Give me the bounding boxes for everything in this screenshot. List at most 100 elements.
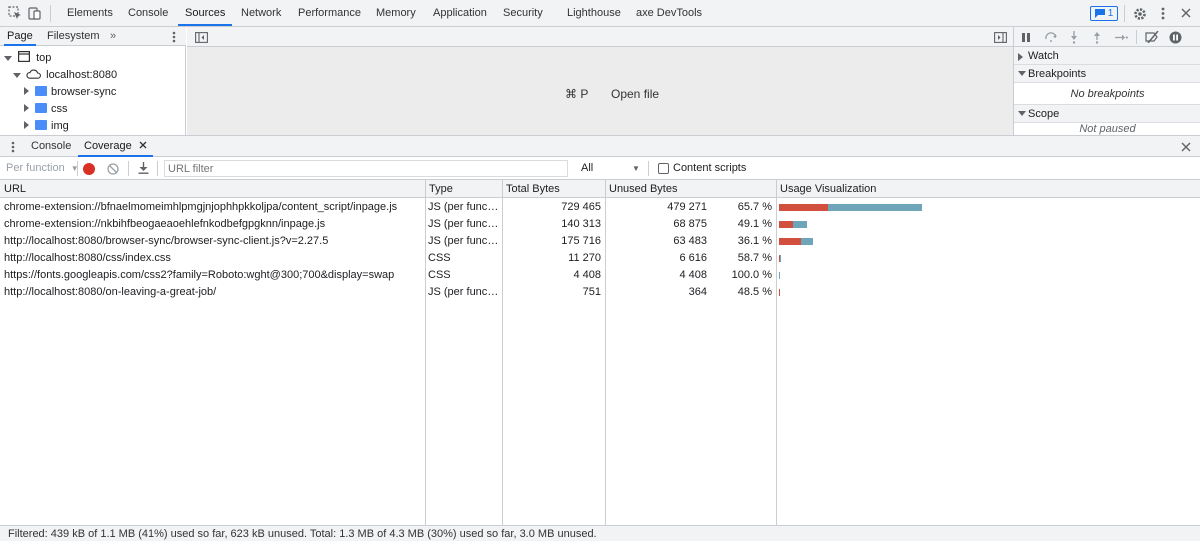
expand-arrow-icon: [1018, 111, 1026, 116]
content-scripts-label: Content scripts: [673, 162, 747, 174]
collapsed-arrow-icon: [24, 121, 29, 129]
cell-unused-percent: 36.1 %: [737, 235, 772, 247]
tab-application[interactable]: Application: [433, 0, 487, 26]
drawer-tab-coverage[interactable]: Coverage: [78, 136, 153, 157]
folder-label: img: [51, 120, 69, 132]
column-header-type[interactable]: Type: [425, 180, 502, 198]
cell-total-bytes: 4 408: [573, 269, 601, 281]
tree-item-host[interactable]: localhost:8080: [13, 67, 117, 84]
cell-unused-bytes: 63 483: [673, 235, 707, 247]
url-filter-input[interactable]: [164, 160, 568, 177]
folder-label: css: [51, 103, 68, 115]
tab-lighthouse[interactable]: Lighthouse: [567, 0, 621, 26]
coverage-type-select[interactable]: Per function ▼: [6, 162, 79, 174]
table-row[interactable]: chrome-extension://bfnaelmomeimhlpmgjnjo…: [0, 199, 1200, 216]
column-header-total-bytes[interactable]: Total Bytes: [502, 180, 605, 198]
not-paused-message: Not paused: [1079, 123, 1136, 135]
tab-filesystem[interactable]: Filesystem: [47, 27, 100, 46]
watch-pane-header[interactable]: Watch: [1014, 47, 1200, 65]
more-options-icon[interactable]: [1157, 6, 1169, 21]
watch-label: Watch: [1028, 50, 1059, 62]
inspect-element-icon[interactable]: [8, 6, 22, 20]
breakpoints-label: Breakpoints: [1028, 68, 1087, 80]
expand-arrow-icon: [1018, 71, 1026, 76]
tree-label-host: localhost:8080: [46, 69, 118, 81]
cell-unused-percent: 65.7 %: [737, 201, 772, 213]
table-row[interactable]: chrome-extension://nkbihfbeogaeaoehlefnk…: [0, 216, 1200, 233]
clear-icon[interactable]: [106, 162, 120, 176]
more-tabs-chevron-icon[interactable]: »: [110, 27, 116, 46]
step-over-icon[interactable]: [1044, 31, 1058, 43]
deactivate-breakpoints-icon[interactable]: [1144, 30, 1160, 44]
cell-unused-percent: 58.7 %: [737, 252, 772, 264]
pause-icon[interactable]: [1020, 31, 1032, 43]
drawer-tab-console[interactable]: Console: [31, 136, 71, 157]
tab-page[interactable]: Page: [4, 27, 36, 46]
tab-memory[interactable]: Memory: [376, 0, 416, 26]
type-filter-value: All: [581, 162, 594, 174]
collapsed-arrow-icon: [24, 104, 29, 112]
cell-type: JS (per function): [428, 201, 500, 213]
coverage-toolbar: Per function ▼ All ▼ Content scripts: [0, 157, 1200, 180]
close-tab-icon[interactable]: [139, 141, 147, 149]
tab-network[interactable]: Network: [241, 0, 281, 26]
tree-item-folder[interactable]: img: [24, 118, 69, 135]
toolbar-divider: [50, 5, 51, 22]
open-file-link[interactable]: Open file: [611, 87, 659, 101]
editor-empty-state: ⌘ P Open file: [187, 47, 1013, 135]
cell-url: http://localhost:8080/browser-sync/brows…: [4, 235, 329, 247]
tab-sources[interactable]: Sources: [178, 0, 233, 26]
tab-elements[interactable]: Elements: [67, 0, 113, 26]
table-row[interactable]: http://localhost:8080/browser-sync/brows…: [0, 233, 1200, 250]
tree-item-folder[interactable]: css: [24, 101, 68, 118]
close-drawer-icon[interactable]: [1180, 141, 1192, 153]
tab-console[interactable]: Console: [128, 0, 168, 26]
drawer-menu-icon[interactable]: [10, 140, 16, 153]
toolbar-divider: [1136, 30, 1137, 44]
folder-icon: [35, 103, 47, 113]
cell-type: CSS: [428, 269, 451, 281]
folder-icon: [35, 86, 47, 96]
step-into-icon[interactable]: [1069, 30, 1079, 44]
step-icon[interactable]: [1114, 31, 1128, 43]
toolbar-divider: [77, 161, 78, 176]
cell-url: https://fonts.googleapis.com/css2?family…: [4, 269, 395, 281]
tree-item-folder[interactable]: browser-sync: [24, 84, 116, 101]
breakpoints-pane-header[interactable]: Breakpoints: [1014, 65, 1200, 83]
close-devtools-icon[interactable]: [1179, 6, 1193, 20]
export-download-icon[interactable]: [136, 161, 150, 175]
column-header-unused-bytes[interactable]: Unused Bytes: [605, 180, 776, 198]
tab-security[interactable]: Security: [503, 0, 543, 26]
open-file-shortcut: ⌘ P: [565, 87, 589, 101]
tree-item-top[interactable]: top: [4, 50, 51, 67]
expand-arrow-icon: [13, 73, 21, 78]
navigator-menu-icon[interactable]: [170, 30, 178, 43]
scope-pane-header[interactable]: Scope: [1014, 105, 1200, 123]
table-row[interactable]: http://localhost:8080/on-leaving-a-great…: [0, 284, 1200, 301]
cell-url: http://localhost:8080/css/index.css: [4, 252, 171, 264]
record-icon[interactable]: [83, 163, 95, 175]
gear-icon[interactable]: [1132, 6, 1147, 21]
table-row[interactable]: http://localhost:8080/css/index.css CSS 11…: [0, 250, 1200, 267]
issues-icon: [1094, 9, 1105, 18]
type-filter-select[interactable]: All ▼: [576, 160, 641, 177]
tab-axe-devtools[interactable]: axe DevTools: [636, 0, 702, 26]
toggle-debugger-icon[interactable]: [994, 31, 1007, 43]
column-header-usage-visualization[interactable]: Usage Visualization: [776, 180, 1200, 198]
issues-badge[interactable]: 1: [1090, 6, 1118, 21]
cell-url: chrome-extension://nkbihfbeogaeaoehlefnk…: [4, 218, 326, 230]
pause-on-exceptions-icon[interactable]: [1168, 30, 1182, 44]
unused-bytes-bar: [828, 204, 922, 211]
debugger-sidebar: Watch Breakpoints No breakpoints Scope N…: [994, 27, 1200, 135]
content-scripts-checkbox[interactable]: [658, 163, 669, 174]
device-toolbar-icon[interactable]: [28, 6, 42, 20]
dropdown-arrow-icon: ▼: [632, 164, 640, 173]
cell-total-bytes: 751: [582, 286, 601, 298]
toggle-navigator-icon[interactable]: [195, 31, 208, 43]
step-out-icon[interactable]: [1092, 30, 1102, 44]
collapsed-arrow-icon: [1018, 53, 1023, 61]
tab-performance[interactable]: Performance: [298, 0, 361, 26]
column-header-url[interactable]: URL: [0, 180, 425, 198]
table-row[interactable]: https://fonts.googleapis.com/css2?family…: [0, 267, 1200, 284]
coverage-status-bar: Filtered: 439 kB of 1.1 MB (41%) used so…: [0, 525, 1200, 541]
